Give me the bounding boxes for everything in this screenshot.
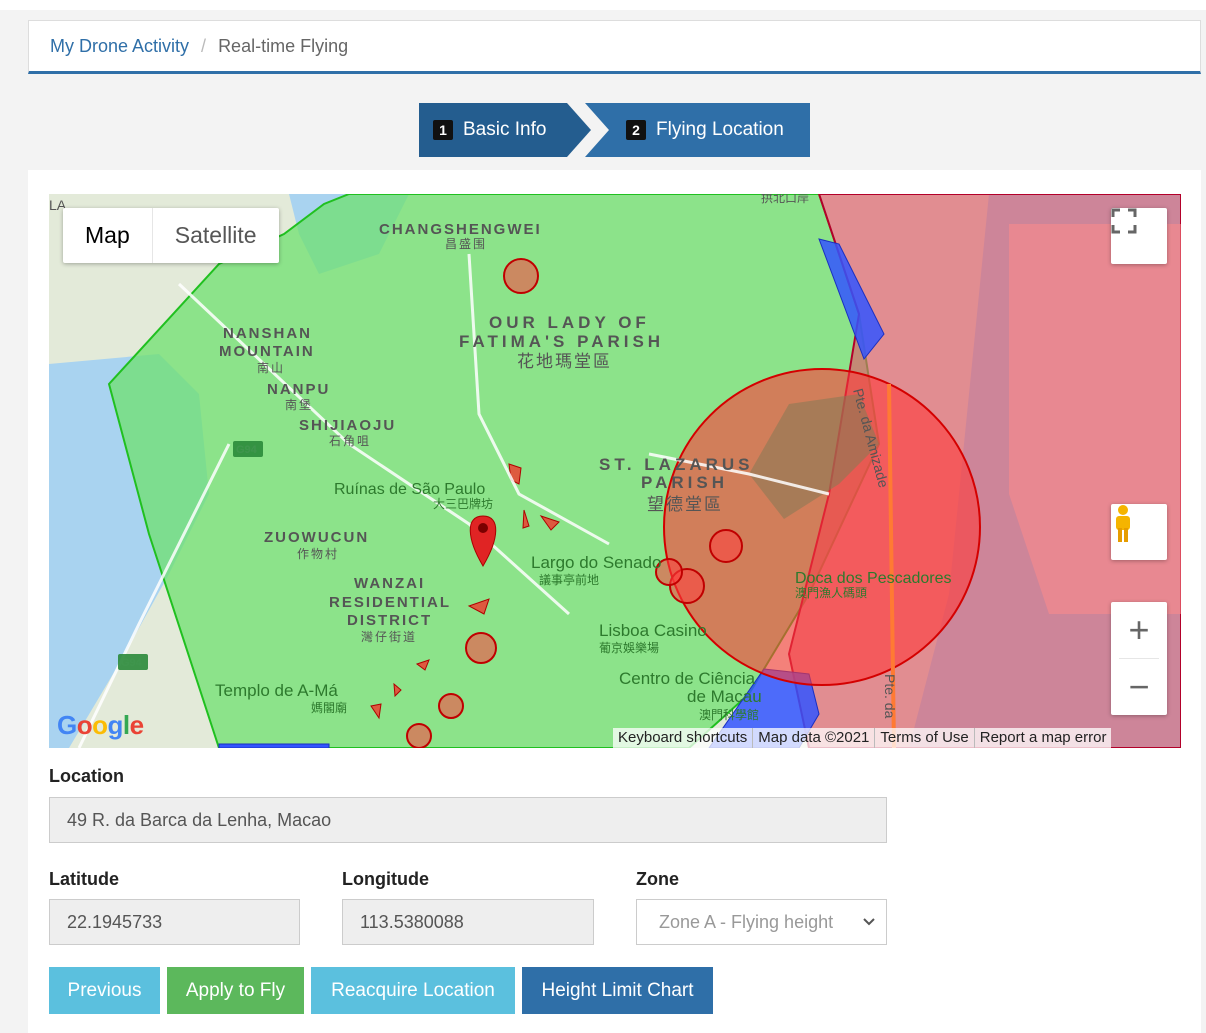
place-label: MOUNTAIN	[219, 343, 315, 360]
place-label: 花地瑪堂區	[517, 352, 612, 371]
place-label: 澳門科學館	[699, 707, 759, 722]
breadcrumb-current: Real-time Flying	[218, 35, 349, 56]
keyboard-shortcuts-link[interactable]: Keyboard shortcuts	[613, 728, 752, 748]
apply-to-fly-button[interactable]: Apply to Fly	[167, 967, 304, 1014]
place-label: 昌盛围	[445, 236, 487, 251]
map-attribution: Keyboard shortcuts Map data ©2021 Terms …	[613, 728, 1112, 748]
breadcrumb-separator: /	[201, 35, 207, 56]
map-data-text: Map data ©2021	[752, 728, 874, 748]
place-label: NANSHAN	[223, 325, 312, 342]
step-number: 2	[626, 120, 646, 140]
place-label: 媽閣廟	[311, 700, 347, 715]
longitude-label: Longitude	[342, 869, 429, 889]
google-logo: Google	[57, 710, 144, 740]
restricted-circle	[438, 693, 464, 719]
map-view[interactable]: CHANGSHENGWEI 昌盛围 OUR LADY OF FATIMA'S P…	[49, 194, 1181, 748]
place-label: 拱北口岸	[761, 194, 809, 205]
report-map-error-link[interactable]: Report a map error	[973, 728, 1112, 748]
restricted-circle	[709, 529, 743, 563]
latitude-label: Latitude	[49, 869, 119, 889]
place-label: 澳門漁人碼頭	[795, 586, 867, 600]
previous-button[interactable]: Previous	[49, 967, 160, 1014]
pegman-icon	[1116, 505, 1130, 542]
place-label: 大三巴牌坊	[433, 496, 493, 511]
map-type-map-button[interactable]: Map	[63, 208, 153, 263]
chevron-down-icon	[863, 918, 875, 926]
height-limit-chart-button[interactable]: Height Limit Chart	[522, 967, 713, 1014]
place-label: Largo do Senado	[531, 553, 661, 572]
step-label: Flying Location	[656, 119, 784, 140]
place-label: Lisboa Casino	[599, 621, 707, 640]
place-label: NANPU	[267, 381, 330, 398]
place-label: 葡京娛樂場	[599, 640, 659, 655]
place-label: Ruínas de São Paulo	[334, 481, 485, 498]
zoom-control: + −	[1111, 602, 1167, 715]
wizard-steps: 1 Basic Info 2 Flying Location	[419, 103, 810, 157]
zone-blue	[218, 743, 330, 748]
place-label: FATIMA'S PARISH	[459, 332, 664, 351]
place-label: WANZAI	[354, 575, 425, 592]
place-label: SHIJIAOJU	[299, 417, 396, 434]
top-strip	[0, 0, 1206, 10]
latitude-field[interactable]: 22.1945733	[49, 899, 300, 945]
longitude-field[interactable]: 113.5380088	[342, 899, 594, 945]
restricted-circle	[465, 632, 497, 664]
location-label: Location	[49, 766, 124, 786]
map-type-satellite-button[interactable]: Satellite	[153, 208, 279, 263]
place-label: 南山	[257, 360, 285, 375]
map-type-control: Map Satellite	[63, 208, 279, 263]
place-label: 南堡	[285, 397, 313, 412]
place-label: DISTRICT	[347, 612, 432, 629]
place-label: de Macau	[687, 687, 762, 706]
place-label: Centro de Ciência	[619, 669, 756, 688]
fullscreen-icon	[1111, 208, 1137, 234]
location-field[interactable]: 49 R. da Barca da Lenha, Macao	[49, 797, 887, 843]
zone-label: Zone	[636, 869, 679, 889]
zoom-in-button[interactable]: +	[1111, 602, 1167, 658]
step-basic-info[interactable]: 1 Basic Info	[419, 103, 591, 157]
map-canvas[interactable]: CHANGSHENGWEI 昌盛围 OUR LADY OF FATIMA'S P…	[49, 194, 1181, 748]
step-number: 1	[433, 120, 453, 140]
place-label: 議事亭前地	[539, 572, 599, 587]
breadcrumb: My Drone Activity / Real-time Flying	[28, 20, 1201, 74]
place-label: 作物村	[297, 547, 339, 561]
street-view-button[interactable]	[1111, 504, 1167, 560]
highway-shield	[118, 654, 148, 670]
place-label: ZUOWUCUN	[264, 529, 369, 546]
place-label: Templo de A-Má	[215, 681, 338, 700]
zone-select[interactable]: Zone A - Flying height	[636, 899, 887, 945]
highway-shield	[233, 441, 263, 457]
place-label: 石角咀	[329, 434, 371, 448]
place-label: 望德堂區	[647, 495, 723, 514]
breadcrumb-link-activity[interactable]: My Drone Activity	[50, 36, 189, 57]
place-label: ST. LAZARUS	[599, 455, 754, 474]
fullscreen-button[interactable]	[1111, 208, 1167, 264]
step-label: Basic Info	[463, 119, 547, 140]
terms-of-use-link[interactable]: Terms of Use	[874, 728, 973, 748]
place-label: Doca dos Pescadores	[795, 570, 952, 587]
zoom-out-button[interactable]: −	[1111, 659, 1167, 715]
restricted-circle	[406, 723, 432, 748]
place-label: OUR LADY OF	[489, 313, 650, 332]
reacquire-location-button[interactable]: Reacquire Location	[311, 967, 515, 1014]
place-label: PARISH	[641, 473, 728, 492]
place-label: Pte. da	[882, 674, 898, 719]
place-label: 灣仔街道	[361, 630, 417, 644]
restricted-circle	[503, 258, 539, 294]
place-label: CHANGSHENGWEI	[379, 221, 542, 238]
step-flying-location[interactable]: 2 Flying Location	[585, 103, 810, 157]
place-label: RESIDENTIAL	[329, 594, 451, 611]
zone-select-value: Zone A - Flying height	[659, 911, 834, 932]
